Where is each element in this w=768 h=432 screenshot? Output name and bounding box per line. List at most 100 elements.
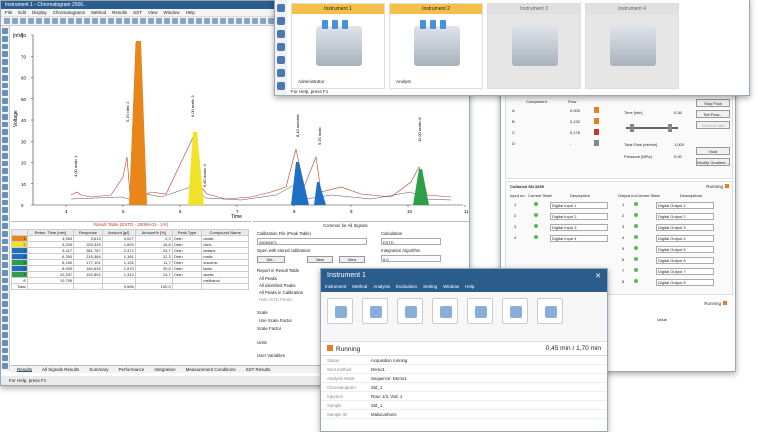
radio-all-peaks[interactable]: All Peaks xyxy=(259,276,277,281)
tool-icon[interactable] xyxy=(36,18,42,24)
tab-summary[interactable]: Summary xyxy=(89,367,108,372)
menu-item-results[interactable]: Results xyxy=(112,10,127,15)
output-description[interactable]: Digital Output 2 xyxy=(656,213,714,220)
side-tool-icon[interactable] xyxy=(2,59,8,65)
calib-file-field[interactable]: 250694F1 xyxy=(257,238,367,245)
side-tool-icon[interactable] xyxy=(2,199,8,206)
instrument-card[interactable]: Instrument 1 Administrator xyxy=(291,3,385,89)
stop-flow-button[interactable]: Stop Flow xyxy=(696,99,730,107)
tool-icon[interactable] xyxy=(60,18,66,24)
chart-icon[interactable] xyxy=(467,298,493,324)
side-tool-icon[interactable] xyxy=(2,74,8,81)
input-description[interactable]: Digital Input 1 xyxy=(550,202,608,209)
tool-icon[interactable] xyxy=(52,18,58,24)
grid-icon[interactable] xyxy=(277,56,285,64)
side-tool-icon[interactable] xyxy=(2,66,8,73)
side-tool-icon[interactable] xyxy=(2,277,8,284)
user-icon[interactable] xyxy=(277,4,285,12)
side-tool-icon[interactable] xyxy=(2,191,8,198)
tab-integration[interactable]: Integration xyxy=(154,367,175,372)
input-description[interactable]: Digital Input 3 xyxy=(550,224,608,231)
output-description[interactable]: Digital Output 4 xyxy=(656,235,714,242)
tool-icon[interactable] xyxy=(100,18,106,24)
inst1-menu-analysis[interactable]: Analysis xyxy=(373,284,390,291)
side-tool-icon[interactable] xyxy=(2,238,8,245)
tool-icon[interactable] xyxy=(164,18,170,24)
side-tool-icon[interactable] xyxy=(2,347,8,354)
instrument-card[interactable]: Instrument 4 xyxy=(585,3,679,89)
integ-select[interactable]: 6.0 xyxy=(381,255,441,262)
use-scale-checkbox[interactable]: Use Scale Factor xyxy=(259,318,292,323)
side-tool-icon[interactable] xyxy=(2,176,8,182)
menu-item-help[interactable]: Help xyxy=(186,10,195,15)
side-tool-icon[interactable] xyxy=(2,152,8,159)
sequence-icon[interactable] xyxy=(397,298,423,324)
output-state[interactable] xyxy=(634,202,638,207)
side-tool-icon[interactable] xyxy=(2,90,8,97)
tool-icon[interactable] xyxy=(244,18,250,24)
tool-icon[interactable] xyxy=(204,18,210,24)
inst1-menu-help[interactable]: Help xyxy=(465,284,474,291)
output-state[interactable] xyxy=(634,213,638,218)
output-description[interactable]: Digital Output 7 xyxy=(656,268,714,275)
view-button[interactable]: View xyxy=(339,256,365,263)
result-table[interactable]: Reten. Time [min] Response Amount [g/l] Amo… xyxy=(11,229,249,290)
close-icon[interactable]: ✕ xyxy=(595,272,601,280)
open-stored-checkbox[interactable]: Open with stored calibration xyxy=(257,248,310,253)
side-tool-icon[interactable] xyxy=(2,308,8,315)
input-description[interactable]: Digital Input 4 xyxy=(550,235,608,242)
calc-select[interactable]: ESTD xyxy=(381,238,441,245)
output-description[interactable]: Digital Output 5 xyxy=(656,246,714,253)
new-button[interactable]: New xyxy=(307,256,333,263)
inst1-menu-instrument[interactable]: Instrument xyxy=(325,284,346,291)
side-tool-icon[interactable] xyxy=(2,332,8,338)
side-tool-icon[interactable] xyxy=(2,324,8,331)
tool-icon[interactable] xyxy=(76,18,82,24)
tool-icon[interactable] xyxy=(196,18,202,24)
tool-icon[interactable] xyxy=(228,18,234,24)
tool-icon[interactable] xyxy=(44,18,50,24)
side-tool-icon[interactable] xyxy=(2,285,8,292)
external-idle-button[interactable]: External Idle xyxy=(696,121,730,129)
table-row[interactable]: Total 9,596 100,0 xyxy=(11,283,249,290)
side-tool-icon[interactable] xyxy=(2,207,8,214)
tool-icon[interactable] xyxy=(180,18,186,24)
tool-icon[interactable] xyxy=(124,18,130,24)
valve-icon[interactable] xyxy=(594,129,599,135)
menu-item-display[interactable]: Display xyxy=(32,10,47,15)
side-tool-icon[interactable] xyxy=(2,183,8,190)
side-tool-icon[interactable] xyxy=(2,254,8,260)
info-icon[interactable] xyxy=(277,82,285,90)
radio-calibration[interactable]: All Peaks in Calibration xyxy=(259,290,303,295)
output-description[interactable]: Digital Output 1 xyxy=(656,202,714,209)
output-state[interactable] xyxy=(634,257,638,262)
side-tool-icon[interactable] xyxy=(2,121,8,128)
inst1-menu-method[interactable]: Method xyxy=(352,284,367,291)
side-tool-icon[interactable] xyxy=(2,300,8,307)
tool-icon[interactable] xyxy=(148,18,154,24)
radio-identified[interactable]: All Identified Peaks xyxy=(259,283,296,288)
side-tool-icon[interactable] xyxy=(2,168,8,175)
output-state[interactable] xyxy=(634,246,638,251)
side-tool-icon[interactable] xyxy=(2,293,8,299)
menu-item-window[interactable]: Window xyxy=(164,10,180,15)
hold-button[interactable]: Hold xyxy=(696,147,730,155)
gauge-icon[interactable] xyxy=(432,298,458,324)
side-tool-icon[interactable] xyxy=(2,35,8,42)
tab-all-signals-results[interactable]: All Signals Results xyxy=(42,367,79,372)
tool-icon[interactable] xyxy=(12,18,18,24)
side-tool-icon[interactable] xyxy=(2,28,8,34)
side-tool-icon[interactable] xyxy=(2,43,8,50)
side-tool-icon[interactable] xyxy=(2,82,8,89)
tool-icon[interactable] xyxy=(260,18,266,24)
tool-icon[interactable] xyxy=(172,18,178,24)
side-tool-icon[interactable] xyxy=(2,269,8,276)
menu-item-view[interactable]: View xyxy=(148,10,158,15)
set-button[interactable]: Set... xyxy=(257,256,285,263)
tab-sst-results[interactable]: SST Results xyxy=(246,367,271,372)
tool-icon[interactable] xyxy=(84,18,90,24)
tab-results[interactable]: Results xyxy=(17,367,33,372)
valve-icon[interactable] xyxy=(594,107,599,113)
settings-icon[interactable] xyxy=(277,69,285,77)
tool-icon[interactable] xyxy=(188,18,194,24)
